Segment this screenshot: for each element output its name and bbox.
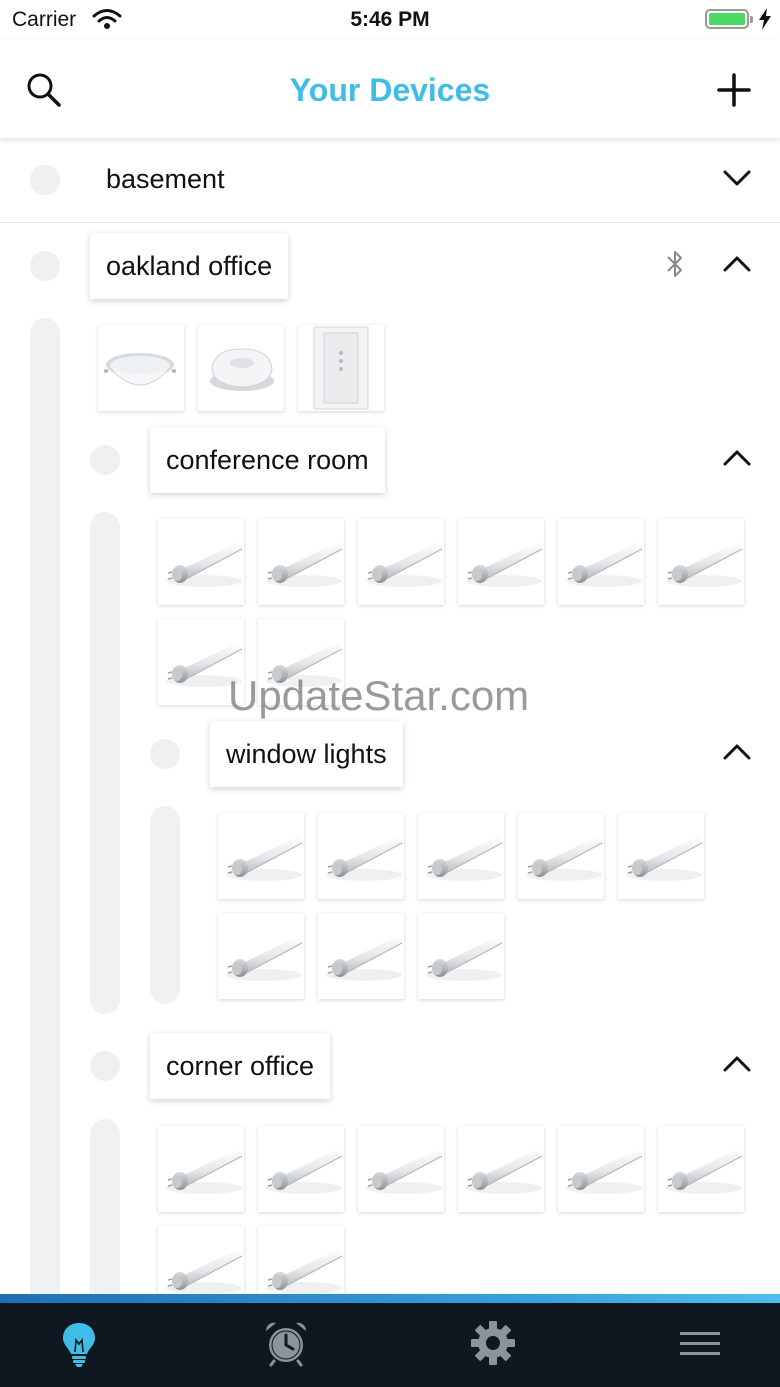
device-led-tube[interactable] <box>658 1126 744 1212</box>
group-label-window-lights[interactable]: window lights <box>210 721 403 787</box>
device-led-tube[interactable] <box>558 1126 644 1212</box>
charging-icon <box>758 8 772 35</box>
status-bar: Carrier 5:46 PM <box>0 0 780 40</box>
device-led-tube[interactable] <box>358 519 444 605</box>
group-status-dot[interactable] <box>30 251 60 281</box>
device-led-tube[interactable] <box>258 519 344 605</box>
device-led-tube[interactable] <box>358 1126 444 1212</box>
tab-menu[interactable] <box>676 1319 724 1367</box>
watermark-text: UpdateStar.com <box>228 672 530 719</box>
group-label-conference-room[interactable]: conference room <box>150 427 385 493</box>
device-wall-switch[interactable] <box>298 325 384 411</box>
device-led-tube[interactable] <box>158 1226 244 1295</box>
tab-devices[interactable] <box>55 1319 103 1367</box>
group-label-oakland-office[interactable]: oakland office <box>90 233 289 299</box>
device-hub[interactable] <box>198 325 284 411</box>
group-label-basement[interactable]: basement <box>106 164 225 195</box>
device-led-tube[interactable] <box>418 913 504 999</box>
chevron-up-icon[interactable] <box>722 1054 752 1074</box>
lightbulb-icon <box>63 1323 95 1367</box>
group-rail <box>90 1119 120 1295</box>
group-status-dot[interactable] <box>150 739 180 769</box>
divider <box>0 222 780 223</box>
gear-icon <box>471 1321 515 1365</box>
group-rail <box>30 318 60 1295</box>
device-led-tube[interactable] <box>158 519 244 605</box>
tab-schedules[interactable] <box>262 1319 310 1367</box>
chevron-up-icon[interactable] <box>722 448 752 468</box>
device-led-tube[interactable] <box>618 813 704 899</box>
device-led-tube[interactable] <box>658 519 744 605</box>
page-title: Your Devices <box>289 72 491 108</box>
group-status-dot[interactable] <box>30 165 60 195</box>
device-led-tube[interactable] <box>418 813 504 899</box>
device-led-tube[interactable] <box>158 1126 244 1212</box>
alarm-clock-icon <box>265 1322 307 1367</box>
plus-icon[interactable] <box>716 72 752 108</box>
device-downlight[interactable] <box>98 325 184 411</box>
chevron-down-icon[interactable] <box>722 168 752 188</box>
device-led-tube[interactable] <box>258 1226 344 1295</box>
group-label-corner-office[interactable]: corner office <box>150 1033 331 1099</box>
chevron-up-icon[interactable] <box>722 742 752 762</box>
group-rail <box>150 806 180 1004</box>
nav-header: Your Devices <box>0 40 780 138</box>
group-status-dot[interactable] <box>90 445 120 475</box>
group-rail <box>90 512 120 1014</box>
chevron-up-icon[interactable] <box>722 254 752 274</box>
device-led-tube[interactable] <box>558 519 644 605</box>
tabbar-accent-strip <box>0 1294 780 1303</box>
status-time: 5:46 PM <box>350 8 430 31</box>
tab-bar <box>0 1303 780 1387</box>
device-led-tube[interactable] <box>258 1126 344 1212</box>
device-led-tube[interactable] <box>458 519 544 605</box>
group-status-dot[interactable] <box>90 1051 120 1081</box>
device-led-tube[interactable] <box>518 813 604 899</box>
device-led-tube[interactable] <box>218 913 304 999</box>
menu-icon <box>680 1332 720 1355</box>
battery-icon <box>705 9 753 29</box>
device-led-tube[interactable] <box>318 913 404 999</box>
device-led-tube[interactable] <box>318 813 404 899</box>
device-led-tube[interactable] <box>218 813 304 899</box>
device-led-tube[interactable] <box>458 1126 544 1212</box>
bluetooth-icon[interactable] <box>664 248 686 280</box>
tab-settings[interactable] <box>469 1319 517 1367</box>
